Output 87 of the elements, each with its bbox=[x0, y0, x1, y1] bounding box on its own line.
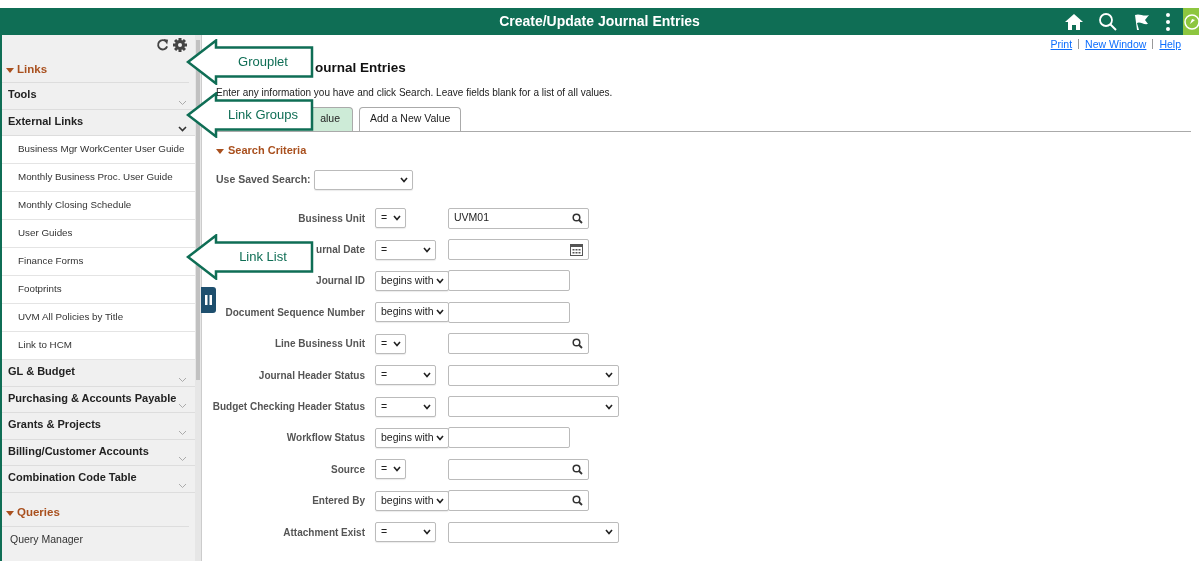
caret-icon bbox=[605, 372, 613, 379]
field-label: Attachment Exist bbox=[283, 525, 366, 540]
caret-icon bbox=[423, 529, 431, 536]
caret-icon bbox=[423, 372, 431, 379]
field-label: Workflow Status bbox=[286, 431, 366, 446]
sidebar-link[interactable]: User Guides bbox=[2, 220, 195, 248]
caret-icon bbox=[605, 403, 613, 410]
app-tile[interactable] bbox=[1183, 8, 1199, 35]
value-field[interactable] bbox=[448, 333, 589, 355]
group-label: Tools bbox=[8, 88, 37, 100]
value-field[interactable] bbox=[448, 490, 589, 512]
operator-select[interactable]: begins with bbox=[375, 302, 449, 323]
calendar-icon[interactable] bbox=[570, 243, 583, 257]
caret-icon bbox=[436, 309, 444, 316]
sidebar-link[interactable]: Footprints bbox=[2, 276, 195, 304]
caret-icon bbox=[423, 246, 431, 253]
field-label: Budget Checking Header Status bbox=[212, 400, 366, 415]
refresh-icon[interactable] bbox=[156, 38, 169, 51]
caret-icon bbox=[436, 434, 444, 441]
operator-select[interactable]: = bbox=[375, 365, 436, 386]
header-link[interactable]: Help bbox=[1152, 38, 1187, 49]
field-label: Journal Header Status bbox=[258, 368, 366, 383]
sidebar-link[interactable]: UVM All Policies by Title bbox=[2, 304, 195, 332]
operator-select[interactable]: begins with bbox=[375, 490, 449, 511]
operator-select[interactable]: = bbox=[375, 333, 406, 354]
page-title: Create/Update Journal Entries bbox=[499, 12, 700, 31]
search-icon[interactable] bbox=[572, 495, 583, 507]
caret-icon bbox=[423, 403, 431, 410]
group-label: External Links bbox=[8, 114, 84, 127]
section-header[interactable]: Links bbox=[2, 57, 189, 83]
caret-icon bbox=[393, 215, 401, 222]
value-field[interactable] bbox=[448, 270, 570, 292]
tab[interactable]: Add a New Value bbox=[359, 106, 462, 131]
group-label: GL & Budget bbox=[8, 365, 75, 377]
operator-select[interactable]: begins with bbox=[375, 270, 449, 291]
operator-select[interactable]: = bbox=[375, 522, 436, 543]
group-label: Grants & Projects bbox=[8, 418, 101, 430]
group-label: Combination Code Table bbox=[8, 471, 137, 483]
settings-icon[interactable] bbox=[173, 38, 187, 52]
value-field[interactable]: UVM01 bbox=[448, 207, 589, 229]
section-title: Links bbox=[17, 61, 48, 77]
search-icon[interactable] bbox=[572, 338, 583, 350]
caret-icon bbox=[436, 277, 444, 284]
sidebar-link[interactable]: Finance Forms bbox=[2, 248, 195, 276]
operator-select[interactable]: = bbox=[375, 239, 436, 260]
callout-tooltip: Link List bbox=[186, 234, 314, 280]
header-link[interactable]: Print bbox=[1044, 38, 1079, 49]
sidebar-link[interactable]: Business Mgr WorkCenter User Guide bbox=[2, 136, 195, 164]
sidebar-link[interactable]: Query Manager bbox=[2, 526, 195, 553]
field-label: Journal ID bbox=[316, 274, 366, 289]
callout-tooltip: Grouplet bbox=[186, 39, 314, 85]
search-icon[interactable] bbox=[572, 212, 583, 224]
group-label: Purchasing & Accounts Payable bbox=[8, 391, 177, 404]
instructions-text: Enter any information you have and click Search. Leave fields blank for a list of all values. bbox=[216, 85, 613, 100]
sidebar-link[interactable]: Monthly Closing Schedule bbox=[2, 192, 195, 220]
header-link[interactable]: New Window bbox=[1078, 38, 1153, 49]
operator-select[interactable]: = bbox=[375, 396, 436, 417]
field-label: Use Saved Search: bbox=[216, 172, 311, 188]
search-criteria-header[interactable]: Search Criteria bbox=[216, 142, 1199, 159]
menu-icon[interactable] bbox=[1165, 10, 1171, 33]
field-label: Line Business Unit bbox=[275, 337, 366, 352]
field-label: Business Unit bbox=[298, 211, 366, 226]
field-label: urnal Date bbox=[316, 243, 366, 258]
field-label: Document Sequence Number bbox=[225, 305, 366, 320]
search-icon[interactable] bbox=[572, 463, 583, 475]
caret-icon bbox=[393, 466, 401, 473]
value-field[interactable] bbox=[448, 239, 589, 261]
value-field[interactable] bbox=[448, 458, 589, 480]
value-field[interactable] bbox=[448, 301, 570, 323]
field-label: Entered By bbox=[312, 494, 366, 509]
search-icon[interactable] bbox=[1097, 10, 1119, 33]
value-field[interactable] bbox=[448, 427, 570, 449]
sidebar-link[interactable]: Link to HCM bbox=[2, 332, 195, 360]
collapse-handle[interactable] bbox=[201, 287, 216, 313]
section-header[interactable]: Queries bbox=[2, 500, 189, 527]
field-label: Source bbox=[331, 462, 366, 477]
caret-icon bbox=[393, 340, 401, 347]
operator-select[interactable]: = bbox=[375, 208, 406, 229]
caret-icon bbox=[436, 497, 444, 504]
operator-select[interactable]: begins with bbox=[375, 427, 449, 448]
sidebar-link[interactable]: Monthly Business Proc. User Guide bbox=[2, 164, 195, 192]
caret-icon bbox=[399, 177, 408, 183]
caret-icon bbox=[605, 529, 613, 536]
page-heading: ournal Entries bbox=[315, 59, 406, 74]
group-label: Billing/Customer Accounts bbox=[8, 444, 149, 457]
section-title: Queries bbox=[17, 505, 60, 521]
operator-select[interactable]: = bbox=[375, 459, 406, 480]
